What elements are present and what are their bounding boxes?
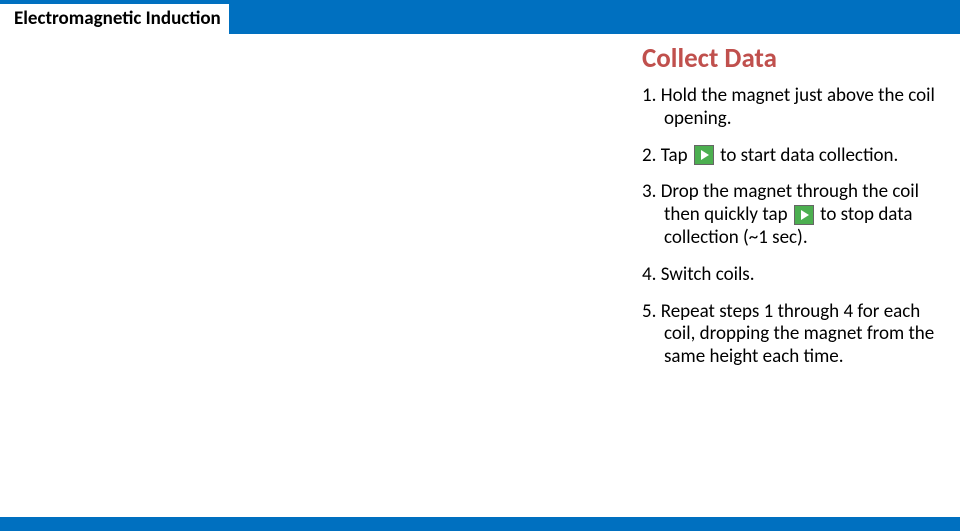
instruction-list: 1. Hold the magnet just above the coil o…	[642, 85, 952, 369]
play-icon[interactable]	[794, 205, 814, 225]
step-number: 3.	[642, 180, 656, 203]
header-bar: Electromagnetic Induction	[0, 4, 960, 34]
header-fill	[229, 4, 960, 34]
list-item: 5. Repeat steps 1 through 4 for each coi…	[642, 301, 952, 369]
play-icon[interactable]	[694, 145, 714, 165]
step-number: 1.	[642, 84, 656, 107]
step-text: Repeat steps 1 through 4 for each coil, …	[661, 300, 935, 369]
section-title: Collect Data	[642, 42, 952, 75]
footer-bar	[0, 517, 960, 531]
list-item: 4. Switch coils.	[642, 264, 952, 287]
page-title: Electromagnetic Induction	[0, 4, 229, 34]
step-number: 2.	[642, 144, 656, 167]
step-text: to start data collection.	[716, 144, 898, 167]
step-number: 5.	[642, 300, 656, 323]
step-text: Hold the magnet just above the coil open…	[661, 84, 935, 130]
list-item: 2. Tap to start data collection.	[642, 145, 952, 168]
step-text: Switch coils.	[661, 263, 755, 286]
list-item: 3. Drop the magnet through the coil then…	[642, 181, 952, 249]
instructions-panel: Collect Data 1. Hold the magnet just abo…	[642, 42, 952, 383]
step-text: Tap	[661, 144, 692, 167]
step-number: 4.	[642, 263, 656, 286]
list-item: 1. Hold the magnet just above the coil o…	[642, 85, 952, 131]
